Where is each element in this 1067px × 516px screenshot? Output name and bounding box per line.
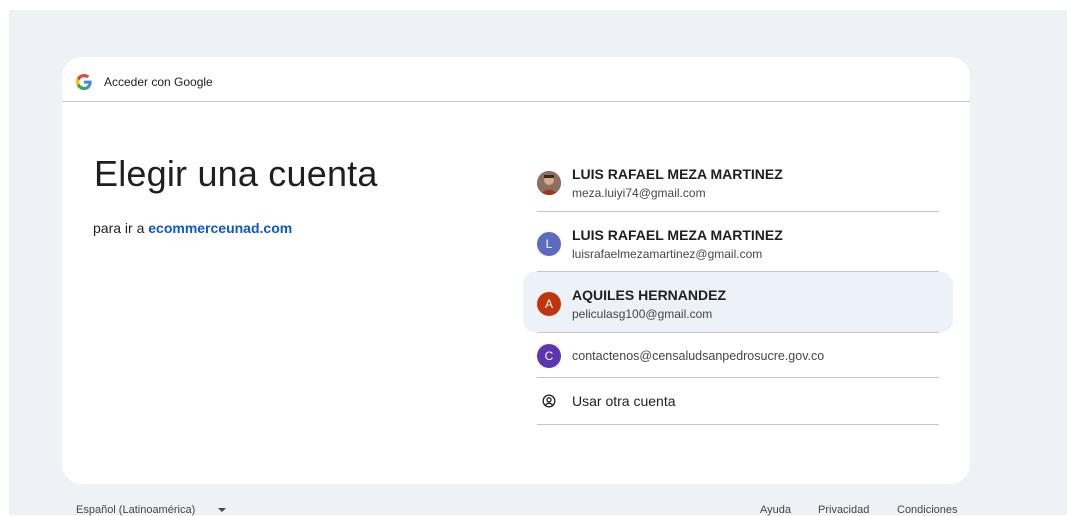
account-item[interactable]: L LUIS RAFAEL MEZA MARTINEZ luisrafaelme… [523, 212, 953, 272]
header-title: Acceder con Google [104, 75, 213, 89]
avatar-letter: A [537, 292, 561, 316]
language-label: Español (Latinoamérica) [76, 504, 196, 516]
help-link[interactable]: Ayuda [760, 504, 791, 516]
terms-link[interactable]: Condiciones [897, 504, 958, 516]
privacy-link[interactable]: Privacidad [818, 504, 869, 516]
avatar-letter: C [537, 344, 561, 368]
account-name: LUIS RAFAEL MEZA MARTINEZ [572, 166, 783, 182]
google-logo-icon [76, 74, 92, 90]
account-circle-icon [542, 394, 556, 408]
divider [537, 424, 939, 425]
account-item[interactable]: C contactenos@censaludsanpedrosucre.gov.… [523, 332, 953, 378]
account-item[interactable]: A AQUILES HERNANDEZ peliculasg100@gmail.… [523, 272, 953, 332]
page-title: Elegir una cuenta [94, 153, 378, 194]
avatar-photo [537, 171, 561, 195]
avatar-letter: L [537, 232, 561, 256]
use-another-account-button[interactable]: Usar otra cuenta [523, 378, 953, 425]
account-email: peliculasg100@gmail.com [572, 307, 713, 321]
account-email: luisrafaelmezamartinez@gmail.com [572, 247, 763, 261]
subtitle: para ir a ecommerceunad.com [93, 220, 292, 236]
language-selector[interactable]: Español (Latinoamérica) [76, 504, 227, 516]
use-another-account-label: Usar otra cuenta [572, 393, 676, 409]
account-item[interactable]: LUIS RAFAEL MEZA MARTINEZ meza.luiyi74@g… [523, 151, 953, 212]
account-name: AQUILES HERNANDEZ [572, 287, 727, 303]
sign-in-card: Acceder con Google Elegir una cuenta par… [62, 57, 970, 484]
account-email: meza.luiyi74@gmail.com [572, 186, 706, 200]
divider [537, 332, 939, 333]
destination-link[interactable]: ecommerceunad.com [148, 220, 292, 236]
account-name: LUIS RAFAEL MEZA MARTINEZ [572, 227, 783, 243]
subtitle-prefix: para ir a [93, 220, 145, 236]
account-email: contactenos@censaludsanpedrosucre.gov.co [572, 349, 825, 363]
card-header: Acceder con Google [62, 57, 970, 102]
chevron-down-icon [218, 508, 227, 513]
